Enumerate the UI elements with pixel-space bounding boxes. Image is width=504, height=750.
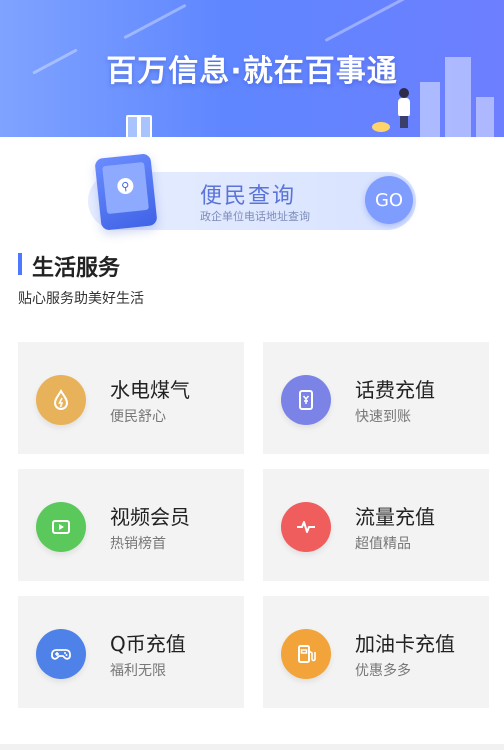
coins-icon <box>372 122 390 132</box>
service-title: Q币充值 <box>110 632 186 656</box>
banner-decoration <box>123 3 187 40</box>
building-illustration <box>420 82 440 137</box>
query-title: 便民查询 <box>200 184 297 209</box>
video-play-icon <box>36 502 86 552</box>
service-subtitle: 便民舒心 <box>110 409 166 425</box>
service-card-video-membership[interactable]: 视频会员 热销榜首 <box>18 469 244 581</box>
service-title: 话费充值 <box>355 378 435 402</box>
service-card-utilities[interactable]: 水电煤气 便民舒心 <box>18 342 244 454</box>
service-title: 流量充值 <box>355 505 435 529</box>
service-subtitle: 福利无限 <box>110 663 166 679</box>
service-card-phone-topup[interactable]: 话费充值 快速到账 <box>263 342 489 454</box>
building-illustration <box>476 97 494 137</box>
service-title: 水电煤气 <box>110 378 190 402</box>
section-title: 生活服务 <box>32 256 121 281</box>
service-subtitle: 超值精品 <box>355 536 411 552</box>
banner-decoration <box>324 0 406 42</box>
section-accent-bar <box>18 253 22 275</box>
gamepad-icon <box>36 629 86 679</box>
phone-yuan-icon <box>281 375 331 425</box>
service-title: 视频会员 <box>110 505 190 529</box>
gift-icon <box>126 115 152 137</box>
service-subtitle: 快速到账 <box>355 409 411 425</box>
promo-banner[interactable]: 百万信息·就在百事通 <box>0 0 504 137</box>
query-subtitle: 政企单位电话地址查询 <box>200 210 310 223</box>
phone-search-icon: ⚲ <box>94 153 158 231</box>
fuel-pump-icon <box>281 629 331 679</box>
bottom-divider <box>0 744 504 750</box>
water-drop-icon <box>36 375 86 425</box>
section-subtitle: 贴心服务助美好生活 <box>18 291 144 307</box>
go-button[interactable]: GO <box>365 176 413 224</box>
banner-title: 百万信息·就在百事通 <box>106 54 398 89</box>
service-card-data-topup[interactable]: 流量充值 超值精品 <box>263 469 489 581</box>
service-card-fuel-card-topup[interactable]: 加油卡充值 优惠多多 <box>263 596 489 708</box>
pulse-icon <box>281 502 331 552</box>
service-subtitle: 优惠多多 <box>355 663 411 679</box>
service-subtitle: 热销榜首 <box>110 536 166 552</box>
person-illustration <box>398 88 410 128</box>
service-card-qcoin-topup[interactable]: Q币充值 福利无限 <box>18 596 244 708</box>
service-title: 加油卡充值 <box>355 632 455 656</box>
